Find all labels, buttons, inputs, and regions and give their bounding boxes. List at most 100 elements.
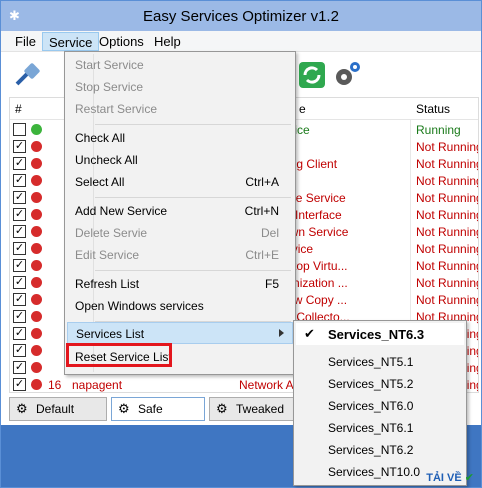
menu-help[interactable]: Help bbox=[148, 32, 187, 51]
submenu-item-nt5-2[interactable]: Services_NT5.2 bbox=[296, 373, 464, 395]
submenu-item-nt6-1[interactable]: Services_NT6.1 bbox=[296, 417, 464, 439]
menu-item-start-service[interactable]: Start Service bbox=[67, 54, 293, 76]
menu-item-edit-service[interactable]: Edit Service Ctrl+E bbox=[67, 244, 293, 266]
status-dot-icon bbox=[31, 277, 42, 288]
add-new-service-shortcut: Ctrl+N bbox=[244, 204, 279, 218]
submenu-item-nt5-1[interactable]: Services_NT5.1 bbox=[296, 351, 464, 373]
row-checkbox[interactable] bbox=[13, 123, 26, 136]
row-checkbox[interactable]: ✓ bbox=[13, 208, 26, 221]
select-all-label: Select All bbox=[75, 175, 125, 189]
tab-safe[interactable]: ⚙ Safe bbox=[111, 397, 205, 421]
optimize-icon[interactable] bbox=[13, 60, 43, 90]
row-checkbox[interactable]: ✓ bbox=[13, 276, 26, 289]
row-checkbox[interactable]: ✓ bbox=[13, 157, 26, 170]
status-dot-icon bbox=[31, 158, 42, 169]
submenu-label: Services_NT6.2 bbox=[328, 443, 414, 457]
restart-service-label: Restart Service bbox=[75, 102, 158, 116]
row-checkbox[interactable]: ✓ bbox=[13, 259, 26, 272]
row-status: Running bbox=[416, 123, 461, 137]
submenu-label: Services_NT6.3 bbox=[328, 327, 425, 342]
row-checkbox[interactable]: ✓ bbox=[13, 361, 26, 374]
menu-item-restart-service[interactable]: Restart Service bbox=[67, 98, 293, 120]
settings-icon[interactable] bbox=[332, 60, 362, 90]
row-checkbox[interactable]: ✓ bbox=[13, 140, 26, 153]
menu-item-refresh-list[interactable]: Refresh List F5 bbox=[67, 273, 293, 295]
add-new-service-label: Add New Service bbox=[75, 204, 168, 218]
column-number[interactable]: # bbox=[15, 102, 22, 116]
menu-item-add-new-service[interactable]: Add New Service Ctrl+N bbox=[67, 200, 293, 222]
select-all-shortcut: Ctrl+A bbox=[245, 175, 279, 189]
tab-safe-label: Safe bbox=[138, 402, 163, 416]
submenu-item-nt6-2[interactable]: Services_NT6.2 bbox=[296, 439, 464, 461]
status-dot-icon bbox=[31, 328, 42, 339]
status-dot-icon bbox=[31, 294, 42, 305]
gear-icon: ⚙ bbox=[16, 401, 28, 416]
open-windows-services-label: Open Windows services bbox=[75, 299, 204, 313]
tab-default[interactable]: ⚙ Default bbox=[9, 397, 107, 421]
status-dot-icon bbox=[31, 362, 42, 373]
watermark-check-icon: ✔ bbox=[464, 472, 474, 484]
submenu-label: Services_NT5.1 bbox=[328, 355, 414, 369]
row-checkbox[interactable]: ✓ bbox=[13, 242, 26, 255]
title-bar: ✱ Easy Services Optimizer v1.2 bbox=[1, 1, 481, 31]
status-dot-icon bbox=[31, 124, 42, 135]
menu-separator bbox=[95, 270, 291, 271]
status-dot-icon bbox=[31, 260, 42, 271]
menu-separator bbox=[95, 197, 291, 198]
row-status: Not Running bbox=[416, 208, 479, 222]
row-status: Not Running bbox=[416, 293, 479, 307]
stop-service-label: Stop Service bbox=[75, 80, 144, 94]
row-status: Not Running bbox=[416, 259, 479, 273]
submenu-label: Services_NT6.0 bbox=[328, 399, 414, 413]
row-checkbox[interactable]: ✓ bbox=[13, 225, 26, 238]
refresh-list-label: Refresh List bbox=[75, 277, 140, 291]
row-status: Not Running bbox=[416, 174, 479, 188]
row-checkbox[interactable]: ✓ bbox=[13, 293, 26, 306]
column-description[interactable]: e bbox=[299, 102, 306, 116]
uncheck-all-label: Uncheck All bbox=[75, 153, 138, 167]
submenu-item-nt6-0[interactable]: Services_NT6.0 bbox=[296, 395, 464, 417]
status-dot-icon bbox=[31, 226, 42, 237]
submenu-label: Services_NT6.1 bbox=[328, 421, 414, 435]
row-checkbox[interactable]: ✓ bbox=[13, 344, 26, 357]
row-checkbox[interactable]: ✓ bbox=[13, 327, 26, 340]
submenu-label: Services_NT5.2 bbox=[328, 377, 414, 391]
row-checkbox[interactable]: ✓ bbox=[13, 191, 26, 204]
menu-service[interactable]: Service bbox=[42, 32, 100, 51]
menu-separator bbox=[95, 124, 291, 125]
row-status: Not Running bbox=[416, 140, 479, 154]
status-dot-icon bbox=[31, 311, 42, 322]
submenu-arrow-icon bbox=[279, 329, 284, 337]
menu-item-delete-service[interactable]: Delete Servie Del bbox=[67, 222, 293, 244]
service-menu: Start Service Stop Service Restart Servi… bbox=[64, 51, 296, 375]
menu-item-check-all[interactable]: Check All bbox=[67, 127, 293, 149]
status-dot-icon bbox=[31, 192, 42, 203]
menu-bar: File Service Options Help bbox=[1, 31, 481, 52]
gear-icon: ⚙ bbox=[216, 401, 228, 416]
menu-item-open-windows-services[interactable]: Open Windows services bbox=[67, 295, 293, 317]
row-status: Not Running bbox=[416, 242, 479, 256]
row-status: Not Running bbox=[416, 225, 479, 239]
status-dot-icon bbox=[31, 379, 42, 390]
row-status: Not Running bbox=[416, 157, 479, 171]
row-checkbox[interactable]: ✓ bbox=[13, 174, 26, 187]
edit-service-label: Edit Service bbox=[75, 248, 140, 262]
menu-options[interactable]: Options bbox=[93, 32, 150, 51]
menu-item-uncheck-all[interactable]: Uncheck All bbox=[67, 149, 293, 171]
submenu-item-nt6-3[interactable]: ✔ Services_NT6.3 bbox=[296, 323, 464, 345]
window-title: Easy Services Optimizer v1.2 bbox=[143, 8, 339, 25]
row-checkbox[interactable]: ✓ bbox=[13, 310, 26, 323]
checkmark-icon: ✔ bbox=[304, 326, 315, 341]
refresh-icon[interactable] bbox=[297, 60, 327, 90]
services-list-submenu: ✔ Services_NT6.3 Services_NT5.1 Services… bbox=[293, 320, 467, 486]
column-status[interactable]: Status bbox=[416, 102, 450, 116]
menu-item-stop-service[interactable]: Stop Service bbox=[67, 76, 293, 98]
status-dot-icon bbox=[31, 243, 42, 254]
watermark: TẢI VỀ ✔ bbox=[426, 471, 474, 484]
row-checkbox[interactable]: ✓ bbox=[13, 378, 26, 391]
menu-item-services-list[interactable]: Services List bbox=[67, 322, 293, 344]
edit-service-shortcut: Ctrl+E bbox=[245, 248, 279, 262]
refresh-list-shortcut: F5 bbox=[264, 277, 279, 291]
menu-item-select-all[interactable]: Select All Ctrl+A bbox=[67, 171, 293, 193]
menu-file[interactable]: File bbox=[9, 32, 42, 51]
